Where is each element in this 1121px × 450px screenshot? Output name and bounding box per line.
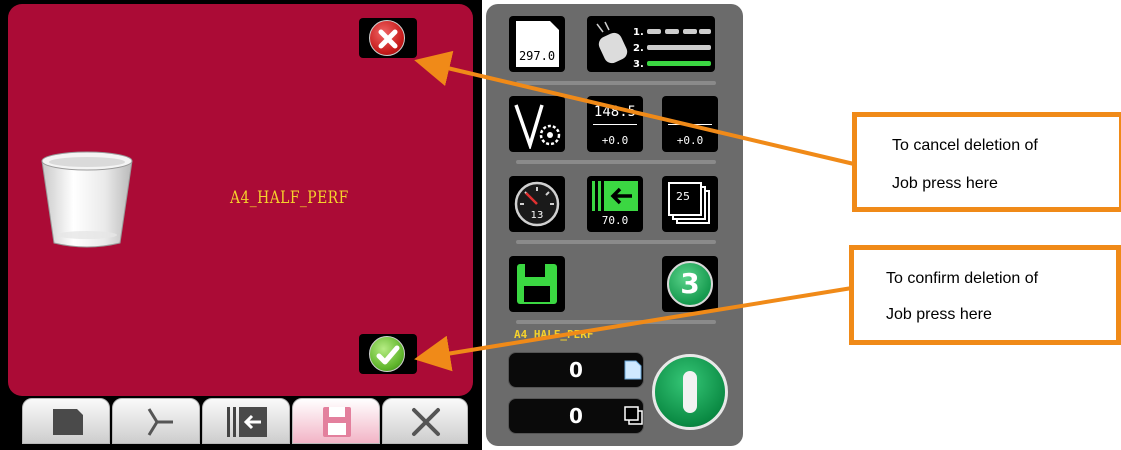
- confirm-callout: To confirm deletion of Job press here: [849, 245, 1121, 345]
- confirm-callout-line2: Job press here: [886, 306, 992, 323]
- cancel-arrow: [414, 50, 855, 166]
- callout-arrows: [414, 50, 855, 372]
- cancel-callout: To cancel deletion of Job press here: [852, 112, 1121, 212]
- cancel-callout-line1: To cancel deletion of: [892, 137, 1038, 154]
- cancel-callout-line2: Job press here: [892, 175, 998, 192]
- confirm-arrow: [414, 286, 853, 372]
- confirm-callout-line1: To confirm deletion of: [886, 270, 1039, 287]
